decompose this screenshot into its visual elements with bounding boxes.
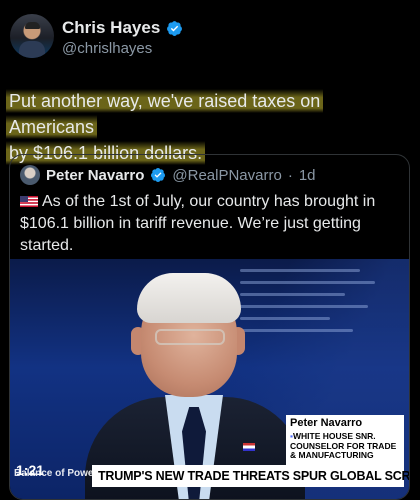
- highlighted-text-line1: Put another way, we've raised taxes on A…: [6, 89, 324, 139]
- quoted-tweet-card[interactable]: Peter Navarro @RealPNavarro · 1d As of t…: [9, 154, 410, 500]
- quoted-tweet-time[interactable]: 1d: [299, 167, 316, 184]
- us-flag-icon: [20, 196, 38, 207]
- video-timestamp: 1:21: [16, 462, 45, 478]
- author-avatar[interactable]: [10, 14, 54, 58]
- news-ticker: TRUMP'S NEW TRADE THREATS SPUR GLOBAL SC…: [92, 465, 409, 487]
- author-name-row: Chris Hayes: [62, 18, 183, 38]
- verified-badge-icon: [167, 20, 183, 36]
- quoted-author-name[interactable]: Peter Navarro: [46, 167, 144, 184]
- author-handle[interactable]: @chrislhayes: [62, 40, 152, 57]
- news-headline: TRUMP'S NEW TRADE THREATS SPUR GLOBAL SC…: [98, 469, 409, 483]
- quoted-tweet-body: As of the 1st of July, our country has b…: [20, 193, 376, 254]
- lower-third-name: Peter Navarro: [290, 417, 363, 429]
- video-player[interactable]: Peter Navarro ▪WHITE HOUSE SNR. COUNSELO…: [10, 259, 409, 499]
- verified-badge-icon: [151, 168, 166, 182]
- quoted-tweet-text: As of the 1st of July, our country has b…: [20, 191, 400, 257]
- lower-third-title: ▪WHITE HOUSE SNR. COUNSELOR FOR TRADE & …: [290, 431, 397, 460]
- quoted-author-avatar[interactable]: [20, 165, 40, 185]
- quoted-tweet-header: Peter Navarro @RealPNavarro · 1d: [20, 165, 316, 185]
- author-name[interactable]: Chris Hayes: [62, 18, 160, 38]
- tweet-author: Chris Hayes @chrislhayes: [10, 10, 410, 64]
- quoted-author-handle[interactable]: @RealPNavarro: [172, 167, 281, 184]
- lower-third-nameplate: Peter Navarro ▪WHITE HOUSE SNR. COUNSELO…: [286, 415, 404, 465]
- flag-pin-icon: [243, 443, 255, 451]
- separator-dot: ·: [287, 166, 293, 184]
